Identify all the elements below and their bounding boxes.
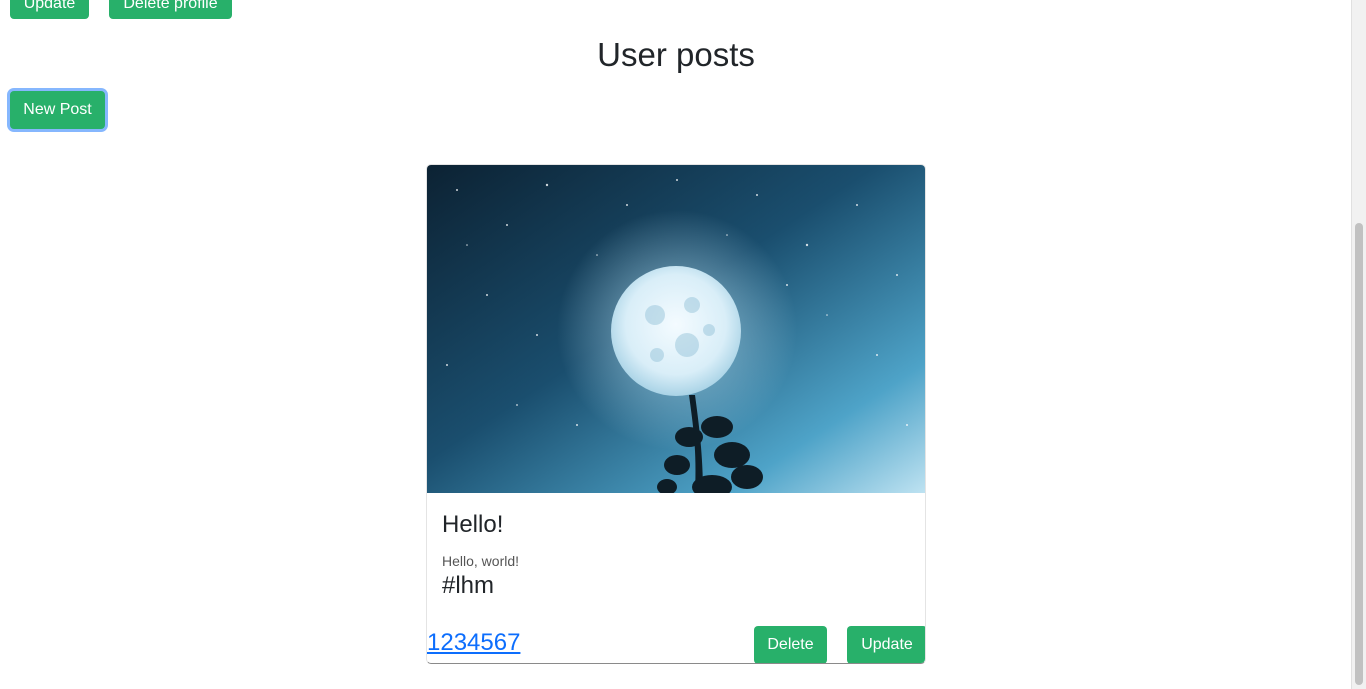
post-tag: #lhm <box>442 572 495 599</box>
page-title: User posts <box>597 36 755 73</box>
post-image <box>427 165 925 493</box>
delete-profile-button[interactable]: Delete profile <box>109 0 232 19</box>
post-text: Hello, world! <box>442 553 520 569</box>
post-title: Hello! <box>442 511 504 538</box>
new-post-button[interactable]: New Post <box>10 91 105 129</box>
update-profile-button[interactable]: Update <box>10 0 89 19</box>
vertical-scrollbar[interactable] <box>1351 0 1366 689</box>
scrollbar-thumb[interactable] <box>1355 223 1363 685</box>
post-card: Hello! Hello, world! #lhm 1234567 Delete… <box>426 164 926 664</box>
post-link[interactable]: 1234567 <box>427 629 520 657</box>
update-post-button[interactable]: Update <box>847 626 925 663</box>
delete-post-button[interactable]: Delete <box>754 626 827 663</box>
